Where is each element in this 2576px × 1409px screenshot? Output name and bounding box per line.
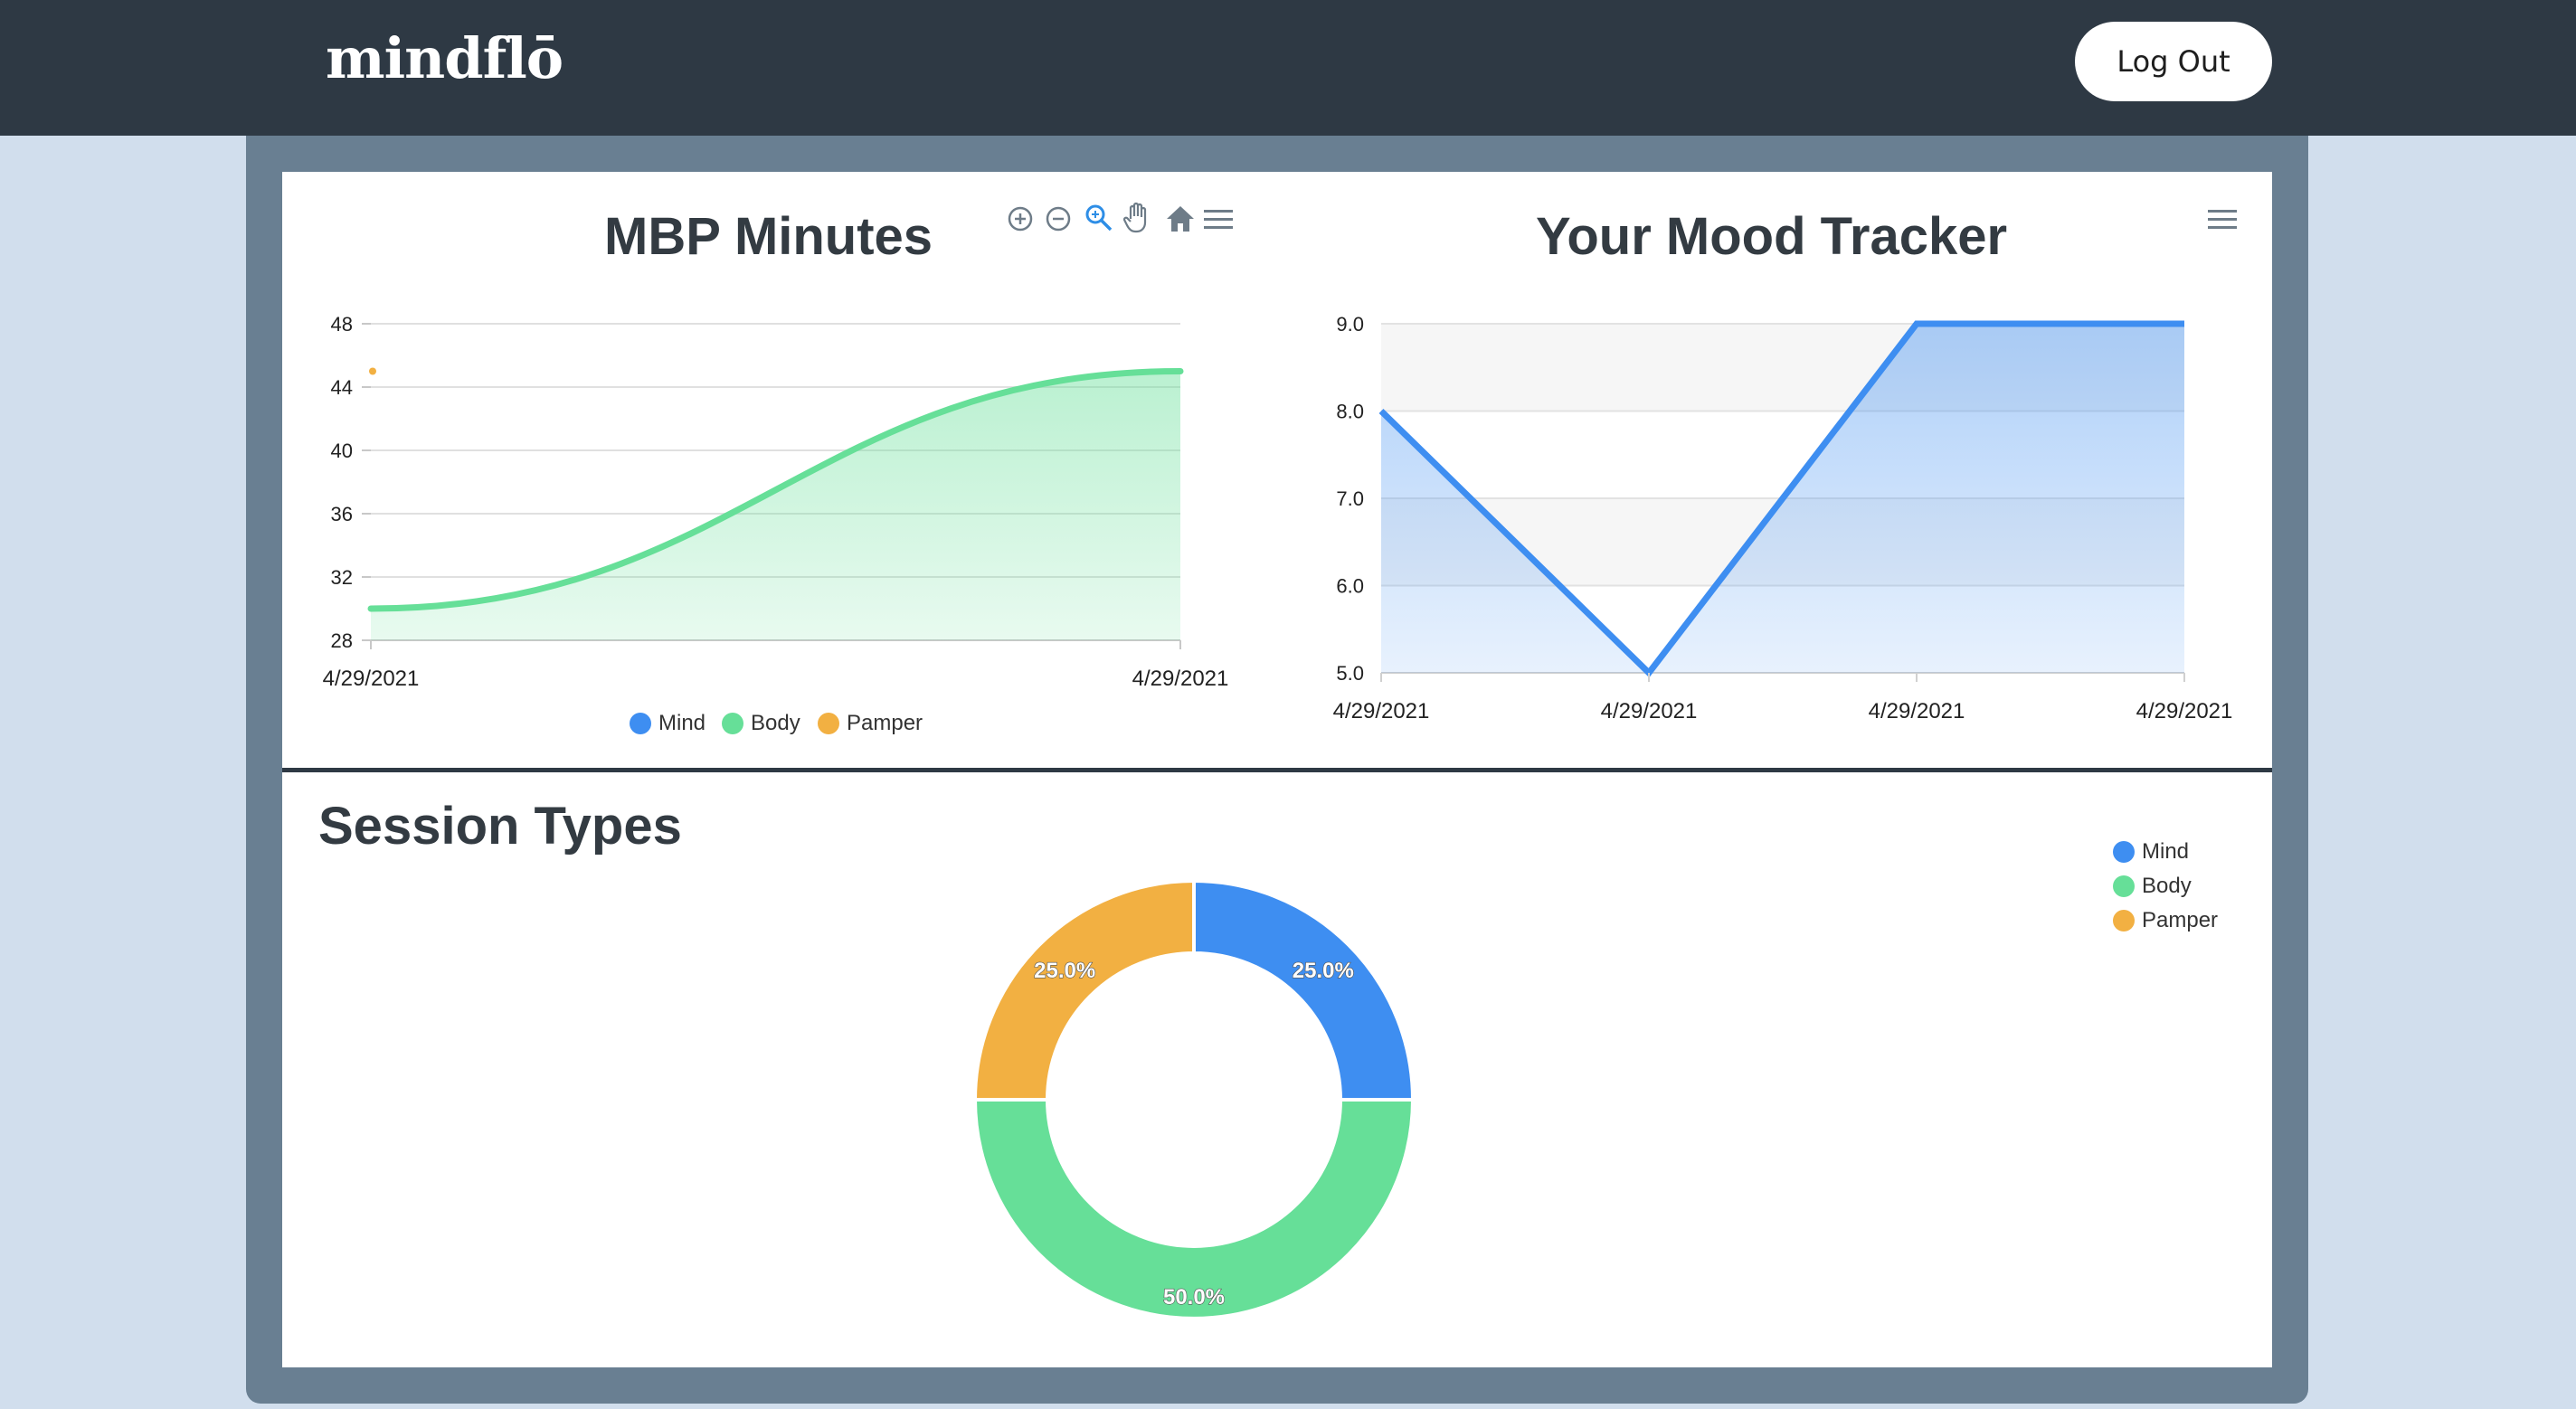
mbp-pamper-point [369, 367, 376, 375]
session-legend-item-mind[interactable]: Mind [2113, 839, 2189, 865]
mbp-y-tick-label: 40 [331, 440, 353, 462]
mood-chart-title: Your Mood Tracker [1536, 207, 2008, 266]
session-legend-item-body[interactable]: Body [2113, 874, 2192, 899]
mbp-chart-title: MBP Minutes [604, 207, 933, 266]
legend-marker [2113, 875, 2135, 897]
mood-x-tick-label: 4/29/2021 [1601, 699, 1698, 723]
legend-label: Mind [658, 711, 706, 735]
legend-label: Pamper [847, 711, 923, 735]
mbp-x-tick-label: 4/29/2021 [323, 667, 420, 691]
mbp-y-tick-label: 28 [331, 629, 353, 652]
section-divider [282, 768, 2272, 772]
mbp-y-tick-label: 44 [331, 376, 353, 399]
mbp-y-tick-label: 32 [331, 566, 353, 589]
legend-marker [818, 713, 839, 734]
mbp-y-tick-label: 36 [331, 503, 353, 525]
mood-y-tick-label: 5.0 [1336, 662, 1364, 685]
session-types-donut-chart[interactable]: 25.0% 50.0% 25.0% [968, 874, 1420, 1326]
legend-marker [2113, 841, 2135, 863]
mbp-legend-item-pamper[interactable]: Pamper [818, 711, 923, 736]
donut-label-body: 50.0% [1163, 1285, 1225, 1310]
legend-marker [630, 713, 651, 734]
mbp-legend-item-body[interactable]: Body [722, 711, 800, 736]
zoom-out-icon[interactable] [1044, 204, 1073, 233]
mood-y-tick-label: 8.0 [1336, 401, 1364, 423]
mood-menu-icon[interactable] [2207, 208, 2238, 232]
mood-x-tick-label: 4/29/2021 [1333, 699, 1430, 723]
session-legend-item-pamper[interactable]: Pamper [2113, 908, 2218, 933]
donut-label-pamper: 25.0% [1034, 959, 1095, 983]
legend-label: Mind [2142, 839, 2190, 864]
log-out-button[interactable]: Log Out [2075, 22, 2272, 101]
home-icon[interactable] [1165, 204, 1196, 233]
zoom-in-icon[interactable] [1006, 204, 1035, 233]
donut-slice-pamper [972, 878, 1196, 1102]
mood-y-tick-label: 7.0 [1336, 487, 1364, 510]
mood-y-tick-label: 9.0 [1336, 313, 1364, 336]
mbp-y-tick-label: 48 [331, 313, 353, 336]
legend-marker [2113, 910, 2135, 931]
dashboard-frame-top [246, 136, 2308, 172]
session-types-title: Session Types [318, 797, 682, 856]
mbp-legend-item-mind[interactable]: Mind [630, 711, 706, 736]
legend-marker [722, 713, 743, 734]
legend-label: Body [2142, 874, 2192, 898]
mbp-x-tick-label: 4/29/2021 [1132, 667, 1229, 691]
mood-x-tick-label: 4/29/2021 [2136, 699, 2233, 723]
magnifier-icon[interactable] [1084, 203, 1114, 233]
donut-slice-mind [1192, 878, 1416, 1102]
brand-logo[interactable]: mindflō [326, 25, 564, 91]
legend-label: Pamper [2142, 908, 2219, 932]
mood-y-tick-label: 6.0 [1336, 575, 1364, 598]
mbp-minutes-chart[interactable]: 28 32 36 40 44 48 4/29/2021 4/29/2021 [308, 289, 1257, 696]
pan-hand-icon[interactable] [1123, 201, 1152, 233]
mood-tracker-chart[interactable]: 5.0 6.0 7.0 8.0 9.0 4/29/2021 4/29/2021 4/29/20… [1302, 289, 2261, 742]
mood-x-tick-label: 4/29/2021 [1869, 699, 1965, 723]
legend-label: Body [751, 711, 800, 735]
donut-label-mind: 25.0% [1293, 959, 1354, 983]
mbp-menu-icon[interactable] [1203, 208, 1234, 232]
